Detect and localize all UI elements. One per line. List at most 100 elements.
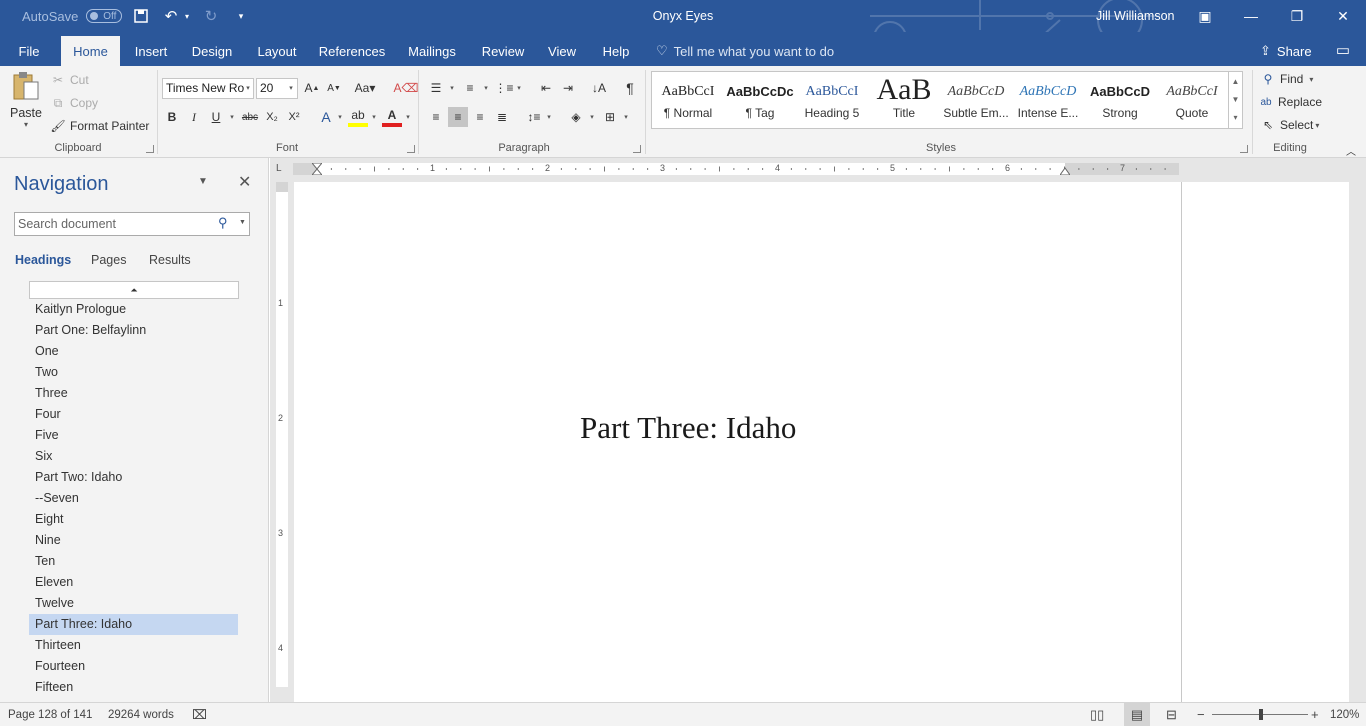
style-intense-emphasis[interactable]: AaBbCcD Intense E... — [1012, 72, 1084, 128]
heading-item[interactable]: One — [29, 341, 238, 362]
redo-icon[interactable]: ↻ — [200, 5, 222, 27]
zoom-in-icon[interactable]: + — [1311, 703, 1319, 726]
font-launcher-icon[interactable] — [407, 145, 415, 153]
style-heading-5[interactable]: AaBbCcI Heading 5 — [796, 72, 868, 128]
underline-icon[interactable]: U — [206, 107, 226, 127]
gallery-more-icon[interactable]: ▾ — [1229, 108, 1242, 126]
borders-icon[interactable]: ⊞ — [600, 107, 620, 127]
zoom-level[interactable]: 120% — [1330, 703, 1359, 726]
gallery-up-icon[interactable]: ▲ — [1229, 72, 1242, 90]
heading-item[interactable]: --Seven — [29, 488, 238, 509]
style-title[interactable]: AaB Title — [868, 72, 940, 128]
format-painter-button[interactable]: 🖌 Format Painter — [50, 118, 149, 134]
vertical-ruler[interactable]: 1 2 3 4 — [276, 182, 288, 687]
heading-item[interactable]: Six — [29, 446, 238, 467]
style-quote[interactable]: AaBbCcI Quote — [1156, 72, 1228, 128]
heading-item[interactable]: Eleven — [29, 572, 238, 593]
tell-me-search[interactable]: ♡ Tell me what you want to do — [656, 36, 834, 66]
style-subtle-emphasis[interactable]: AaBbCcD Subtle Em... — [940, 72, 1012, 128]
autosave-toggle[interactable]: AutoSave Off — [22, 0, 123, 32]
restore-icon[interactable]: ❐ — [1274, 0, 1320, 32]
show-formatting-marks-icon[interactable]: ¶ — [620, 78, 640, 98]
heading-item[interactable]: Twelve — [29, 593, 238, 614]
increase-indent-icon[interactable]: ⇥ — [558, 78, 578, 98]
print-layout-icon[interactable]: ▤ — [1124, 703, 1150, 726]
document-page[interactable]: Part Three: Idaho — [294, 182, 1349, 702]
multilevel-dropdown-icon[interactable]: ▾ — [515, 84, 523, 92]
clear-formatting-icon[interactable]: A⌫ — [394, 78, 419, 98]
horizontal-ruler[interactable]: 1 2 3 4 5 6 7 — [293, 163, 1179, 175]
heading-item[interactable]: Nine — [29, 530, 238, 551]
heading-item[interactable]: Eight — [29, 509, 238, 530]
heading-item[interactable]: Three — [29, 383, 238, 404]
font-size-dropdown-icon[interactable]: ▾ — [287, 84, 295, 92]
web-layout-icon[interactable]: ⊟ — [1166, 703, 1177, 726]
tab-help[interactable]: Help — [595, 36, 637, 66]
align-left-icon[interactable]: ≡ — [426, 107, 446, 127]
clipboard-launcher-icon[interactable] — [146, 145, 154, 153]
tab-design[interactable]: Design — [184, 36, 240, 66]
document-heading[interactable]: Part Three: Idaho — [580, 410, 796, 446]
search-input[interactable]: Search document — [14, 212, 250, 236]
line-spacing-icon[interactable]: ↕≡ — [524, 107, 544, 127]
highlight-icon[interactable]: ab — [348, 107, 368, 127]
style-normal[interactable]: AaBbCcI ¶ Normal — [652, 72, 724, 128]
borders-dropdown-icon[interactable]: ▾ — [622, 113, 630, 121]
right-indent-marker[interactable] — [1060, 163, 1070, 175]
heading-item[interactable]: Part Two: Idaho — [29, 467, 238, 488]
bullets-icon[interactable]: ☰ — [426, 78, 446, 98]
copy-button[interactable]: ⧉ Copy — [50, 95, 98, 111]
tab-file[interactable]: File — [8, 36, 50, 66]
word-count[interactable]: 29264 words — [108, 703, 174, 726]
autosave-switch[interactable]: Off — [86, 9, 123, 23]
search-icon[interactable]: ⚲ — [218, 215, 228, 231]
close-icon[interactable]: ✕ — [238, 172, 251, 192]
numbering-icon[interactable]: ≡ — [460, 78, 480, 98]
shading-icon[interactable]: ◈ — [566, 107, 586, 127]
tab-mailings[interactable]: Mailings — [400, 36, 464, 66]
heading-item[interactable]: Ten — [29, 551, 238, 572]
underline-dropdown-icon[interactable]: ▾ — [228, 113, 236, 121]
collapse-ribbon-icon[interactable]: ︿ — [1341, 140, 1361, 160]
superscript-icon[interactable]: X² — [284, 107, 304, 127]
search-dropdown-icon[interactable]: ▼ — [239, 219, 246, 226]
page-count[interactable]: Page 128 of 141 — [8, 703, 92, 726]
ribbon-display-options-icon[interactable]: ▣ — [1182, 0, 1228, 32]
heading-item[interactable]: Fifteen — [29, 677, 238, 698]
font-name-dropdown-icon[interactable]: ▾ — [244, 84, 252, 92]
undo-dropdown-icon[interactable]: ▾ — [182, 5, 192, 27]
bullets-dropdown-icon[interactable]: ▾ — [448, 84, 456, 92]
font-color-icon[interactable]: A — [382, 107, 402, 127]
tab-selector-icon[interactable]: L — [276, 163, 286, 174]
customize-qat-icon[interactable]: ▾ — [230, 5, 252, 27]
multilevel-list-icon[interactable]: ⋮≡ — [494, 78, 514, 98]
tab-headings[interactable]: Headings — [15, 253, 71, 267]
paste-button[interactable]: Paste ▾ — [8, 70, 44, 138]
nav-options-icon[interactable]: ▼ — [198, 176, 208, 187]
zoom-slider-thumb[interactable] — [1259, 709, 1263, 720]
bold-icon[interactable]: B — [162, 107, 182, 127]
heading-item[interactable]: Four — [29, 404, 238, 425]
gallery-down-icon[interactable]: ▼ — [1229, 90, 1242, 108]
tab-references[interactable]: References — [314, 36, 390, 66]
shrink-font-icon[interactable]: A ▼ — [324, 78, 344, 98]
heading-item[interactable]: Two — [29, 362, 238, 383]
style-strong[interactable]: AaBbCcD Strong — [1084, 72, 1156, 128]
change-case-icon[interactable]: Aa▾ — [352, 78, 378, 98]
italic-icon[interactable]: I — [184, 107, 204, 127]
heading-item[interactable]: Five — [29, 425, 238, 446]
grow-font-icon[interactable]: A ▲ — [302, 78, 322, 98]
tab-pages[interactable]: Pages — [91, 253, 126, 267]
close-window-icon[interactable]: ✕ — [1320, 0, 1366, 32]
strikethrough-icon[interactable]: abc — [240, 107, 260, 127]
first-line-indent-marker[interactable] — [312, 163, 322, 175]
comments-icon[interactable]: ▭ — [1332, 38, 1354, 62]
tab-review[interactable]: Review — [476, 36, 530, 66]
tab-layout[interactable]: Layout — [250, 36, 304, 66]
find-button[interactable]: ⚲ Find ▾ — [1260, 71, 1314, 87]
paragraph-launcher-icon[interactable] — [633, 145, 641, 153]
decrease-indent-icon[interactable]: ⇤ — [536, 78, 556, 98]
tab-results[interactable]: Results — [149, 253, 191, 267]
heading-item[interactable]: Thirteen — [29, 635, 238, 656]
user-name[interactable]: Jill Williamson — [1096, 0, 1174, 32]
